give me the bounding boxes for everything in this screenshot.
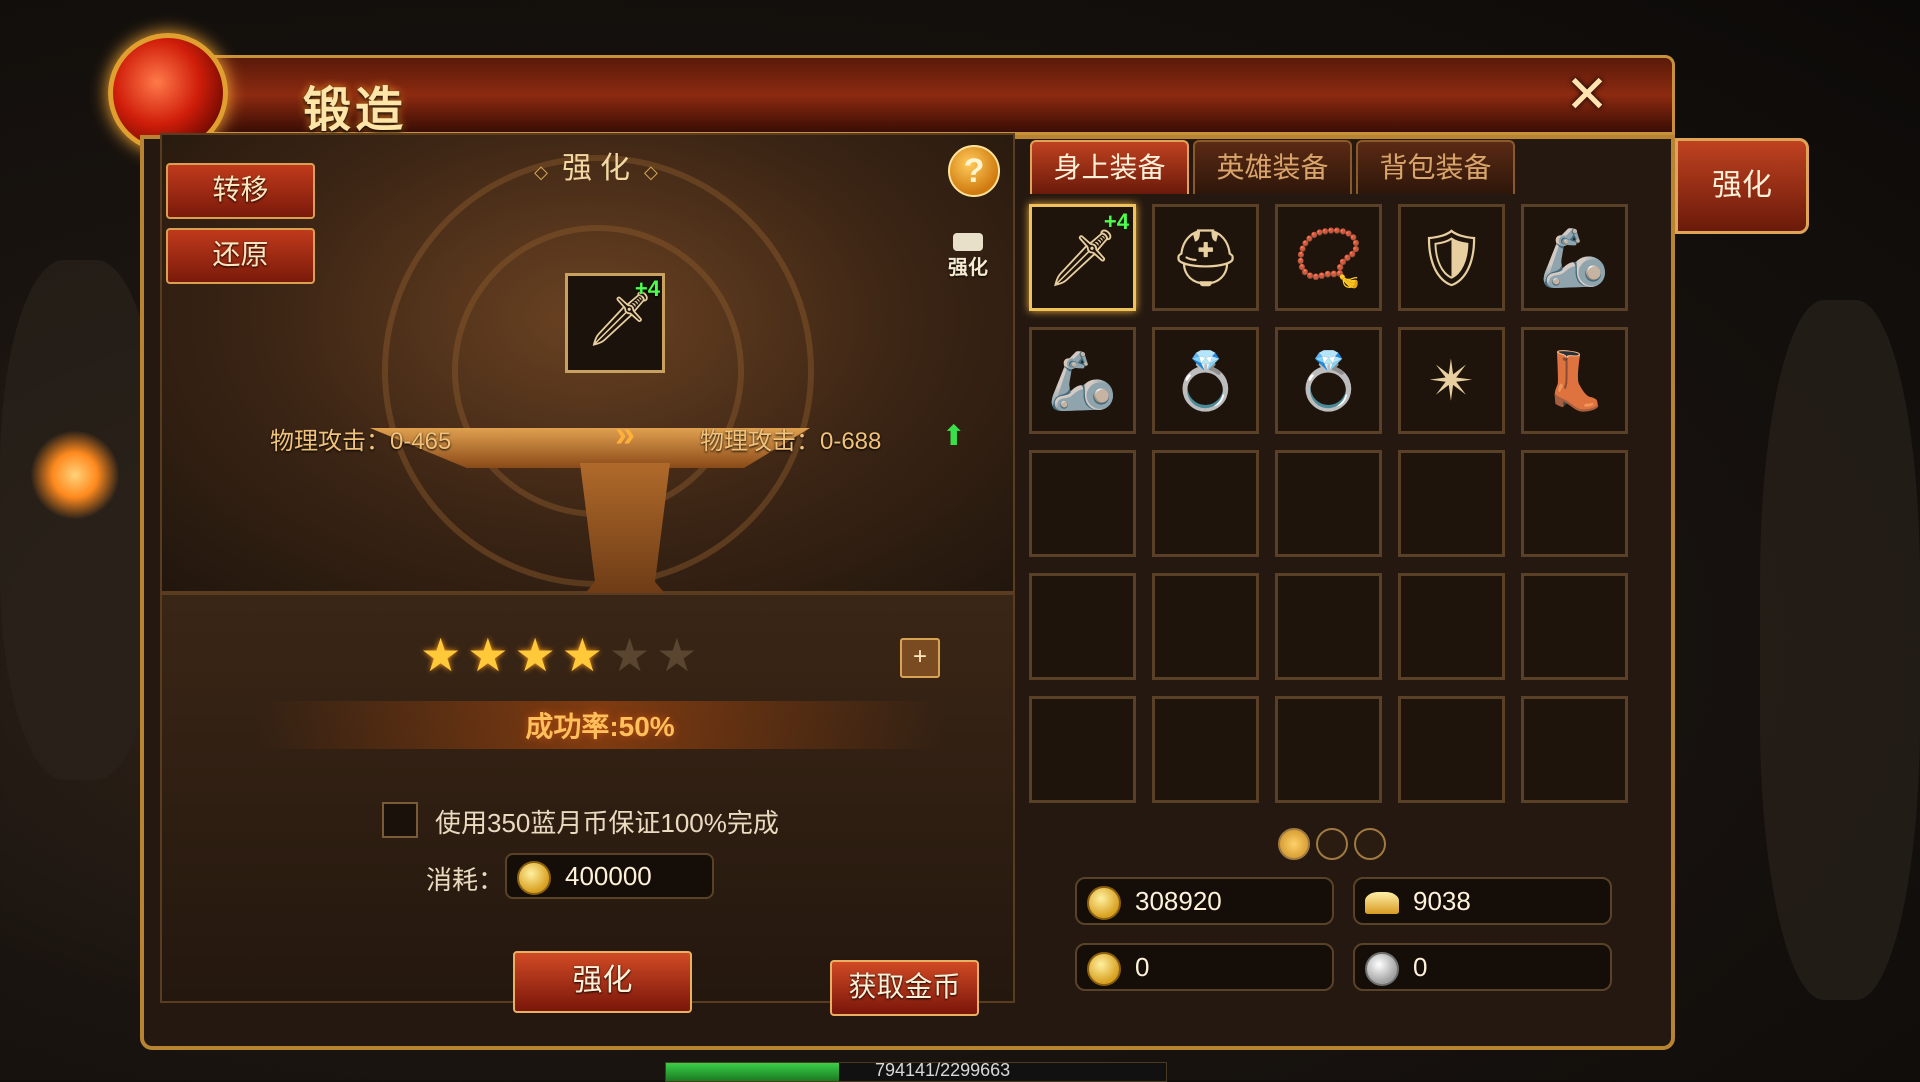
hammer-icon[interactable]: 强化 [938,233,998,297]
star-filled-icon: ★ [561,629,609,681]
get-gold-button[interactable]: 获取金币 [830,960,979,1016]
cost-value: 400000 [565,861,652,891]
star-empty-icon: ★ [656,629,704,681]
gold-value: 0 [1135,952,1150,982]
page-dot[interactable] [1278,828,1310,860]
star-filled-icon: ★ [420,629,468,681]
silver-display: 0 [1353,943,1612,991]
background-fire [30,430,120,520]
locked-gold-icon [517,861,551,896]
equipment-slot[interactable] [1029,573,1136,680]
gold-coin-icon [1087,952,1121,987]
equipment-slot[interactable] [1521,450,1628,557]
close-button[interactable]: ✕ [1562,69,1612,121]
equipment-slot[interactable]: 💍 [1275,327,1382,434]
helmet-icon: ⛑ [1169,225,1242,289]
equipment-slot[interactable] [1275,573,1382,680]
equipment-slot[interactable] [1029,450,1136,557]
equipment-slot[interactable]: 🦾 [1521,204,1628,311]
bracer-icon: 🦾 [1047,348,1118,412]
tab-worn-equipment[interactable]: 身上装备 [1030,140,1189,194]
transfer-button[interactable]: 转移 [166,163,315,219]
enhance-level-badge: +4 [1103,209,1129,234]
equipment-slot[interactable] [1275,450,1382,557]
locked-gold-icon [1087,886,1121,921]
armor-icon: 🛡 [1415,225,1488,289]
restore-button[interactable]: 还原 [166,228,315,284]
star-empty-icon: ★ [609,629,657,681]
background-rock [1760,300,1920,1000]
equipment-slot[interactable]: 🗡 +4 [1029,204,1136,311]
equipment-slot[interactable]: 🛡 [1398,204,1505,311]
stat-after: 物理攻击：0-688 [700,428,882,455]
experience-text: 794141/2299663 [875,1060,1011,1080]
belt-icon: ✴ [1428,348,1475,412]
star-filled-icon: ★ [467,629,515,681]
page-dot[interactable] [1316,828,1348,860]
enhance-level-badge: +4 [634,276,660,301]
side-tab-enhance[interactable]: 强化 [1675,138,1809,234]
ingot-value: 9038 [1413,886,1471,916]
cost-box: 400000 [505,853,714,899]
necklace-icon: 📿 [1293,225,1364,289]
experience-fill [666,1063,839,1081]
bracer-icon: 🦾 [1539,225,1610,289]
forge-panel: 转移 还原 强化 ? 强化 🗡 +4 物理攻击：0-465 » 物理攻击：0-6… [160,133,1015,1043]
sword-icon: 🗡 [1046,225,1119,289]
ingot-icon [1365,892,1399,915]
equipment-slot[interactable] [1398,573,1505,680]
window-title: 锻造 [303,82,408,138]
ingot-display: 9038 [1353,877,1612,925]
help-button[interactable]: ? [948,145,1000,197]
equipment-slot[interactable] [1152,573,1259,680]
guarantee-checkbox[interactable] [382,802,418,838]
silver-coin-icon [1365,952,1399,987]
equipment-slot[interactable]: 💍 [1152,327,1259,434]
equipment-grid: 🗡 +4 ⛑ 📿 🛡 🦾 🦾 💍 💍 ✴ 👢 [1025,200,1635,815]
ring-icon: 💍 [1170,348,1241,412]
enhance-button[interactable]: 强化 [513,951,692,1013]
equipment-slot[interactable] [1275,696,1382,803]
equipment-slot[interactable]: 🦾 [1029,327,1136,434]
tab-bag-equipment[interactable]: 背包装备 [1356,140,1515,194]
star-rating: ★★★★★★ [420,628,704,682]
stat-before: 物理攻击：0-465 [270,428,452,455]
hammer-head-icon [953,233,983,251]
star-filled-icon: ★ [514,629,562,681]
equipment-slot[interactable] [1521,573,1628,680]
equipment-slot[interactable] [1152,450,1259,557]
page-dot[interactable] [1354,828,1386,860]
equipment-slot[interactable]: 👢 [1521,327,1628,434]
hammer-label: 强化 [948,257,988,279]
equipment-slot[interactable] [1152,696,1259,803]
ring-icon: 💍 [1293,348,1364,412]
title-bar: 锻造 ✕ [108,33,1675,153]
equipment-slot[interactable] [1398,696,1505,803]
locked-gold-value: 308920 [1135,886,1222,916]
panel-heading: 强化 [510,143,690,187]
success-rate: 成功率:50% [260,701,940,749]
tab-hero-equipment[interactable]: 英雄装备 [1193,140,1352,194]
equipment-slot[interactable]: ✴ [1398,327,1505,434]
double-arrow-icon: » [615,413,636,454]
guarantee-label: 使用350蓝月币保证100%完成 [435,808,779,838]
target-item-slot[interactable]: 🗡 +4 [565,273,665,373]
panel-heading-text: 强化 [562,152,638,185]
equipment-slot[interactable]: ⛑ [1152,204,1259,311]
page-indicator [1278,828,1386,860]
cost-label: 消耗： [426,865,505,895]
locked-gold-display: 308920 [1075,877,1334,925]
equipment-slot[interactable]: 📿 [1275,204,1382,311]
silver-value: 0 [1413,952,1428,982]
boots-icon: 👢 [1539,348,1610,412]
equipment-slot[interactable] [1398,450,1505,557]
equipment-slot[interactable] [1029,696,1136,803]
up-arrow-icon: ⬆ [942,420,966,451]
background-rock [0,260,160,780]
equipment-slot[interactable] [1521,696,1628,803]
add-star-button[interactable]: + [900,638,940,678]
gold-display: 0 [1075,943,1334,991]
